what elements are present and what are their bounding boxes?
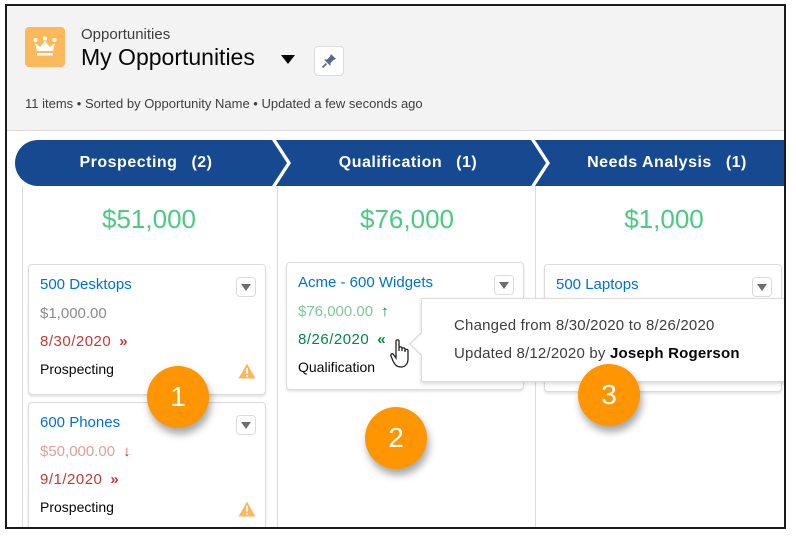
date-pushed-out-icon[interactable]: » [110,471,119,488]
tooltip-change-line: Changed from 8/30/2020 to 8/26/2020 [454,317,715,334]
amount-value: $50,000.00 [40,443,116,460]
stage-name: Qualification [338,154,443,171]
stage-count: (1) [725,154,747,171]
opportunity-card[interactable]: 600 Phones $50,000.00 ↓ 9/1/2020 » Prospec… [28,402,266,527]
stage-name: Prospecting [79,154,178,171]
close-date-value: 8/30/2020 [40,333,112,350]
amount-value: $76,000.00 [298,303,374,320]
card-menu-button[interactable] [236,277,256,297]
column-divider [22,186,23,527]
card-menu-button[interactable] [494,275,514,295]
callout-badge-3: 3 [578,364,640,426]
date-pulled-in-icon[interactable]: « [377,331,386,348]
opportunity-amount: $76,000.00 ↑ [298,303,389,320]
opportunity-name-link[interactable]: 500 Laptops [556,276,639,293]
stage-label-prospecting[interactable]: Prospecting (2) [15,140,277,186]
column-total-qualification: $76,000 [360,204,454,234]
card-menu-button[interactable] [752,277,772,297]
date-pushed-out-icon[interactable]: » [119,333,128,350]
stage-label-qualification[interactable]: Qualification (1) [279,140,537,186]
arrow-up-icon[interactable]: ↑ [381,303,389,320]
warning-icon[interactable] [238,501,256,517]
stage-count: (2) [191,154,213,171]
opportunity-amount: $1,000.00 [40,305,107,322]
tooltip-user-name: Joseph Rogerson [610,345,740,362]
column-divider [277,186,278,527]
list-view-dropdown-icon[interactable] [281,55,295,64]
column-total-needs-analysis: $1,000 [624,204,704,234]
opportunity-close-date: 9/1/2020 » [40,471,119,488]
list-view-header: Opportunities My Opportunities 11 items … [7,6,784,131]
opportunity-name-link[interactable]: 500 Desktops [40,276,132,293]
opportunity-close-date: 8/26/2020 « [298,331,386,348]
opportunities-kanban-frame: Opportunities My Opportunities 11 items … [5,4,786,529]
close-date-value: 8/26/2020 [298,331,370,348]
pin-icon [321,54,336,69]
tooltip-updated-prefix: Updated 8/12/2020 by [454,345,610,362]
warning-icon[interactable] [238,363,256,379]
stage-label-needs-analysis[interactable]: Needs Analysis (1) [538,140,784,186]
callout-badge-1: 1 [147,366,209,428]
opportunity-name-link[interactable]: Acme - 600 Widgets [298,274,433,291]
opportunity-card[interactable]: 500 Desktops $1,000.00 8/30/2020 » Prospe… [28,264,266,395]
object-label: Opportunities [81,26,171,43]
callout-badge-2: 2 [365,407,427,469]
list-view-meta: 11 items • Sorted by Opportunity Name • … [25,96,423,111]
opportunity-stage: Qualification [298,359,376,375]
list-view-title[interactable]: My Opportunities [81,44,255,71]
hand-pointer-cursor-icon [390,339,409,368]
card-menu-button[interactable] [236,415,256,435]
tooltip-updated-line: Updated 8/12/2020 by Joseph Rogerson [454,345,740,362]
stage-name: Needs Analysis [587,154,712,171]
opportunity-amount: $50,000.00 ↓ [40,443,131,460]
opportunity-stage: Prospecting [40,499,114,515]
pin-list-button[interactable] [314,46,344,76]
opportunity-name-link[interactable]: 600 Phones [40,414,120,431]
arrow-down-icon[interactable]: ↓ [123,443,131,460]
opportunity-close-date: 8/30/2020 » [40,333,128,350]
crown-icon [25,27,65,67]
close-date-value: 9/1/2020 [40,471,103,488]
column-total-prospecting: $51,000 [102,204,196,234]
opportunity-stage: Prospecting [40,361,114,377]
stage-count: (1) [456,154,478,171]
